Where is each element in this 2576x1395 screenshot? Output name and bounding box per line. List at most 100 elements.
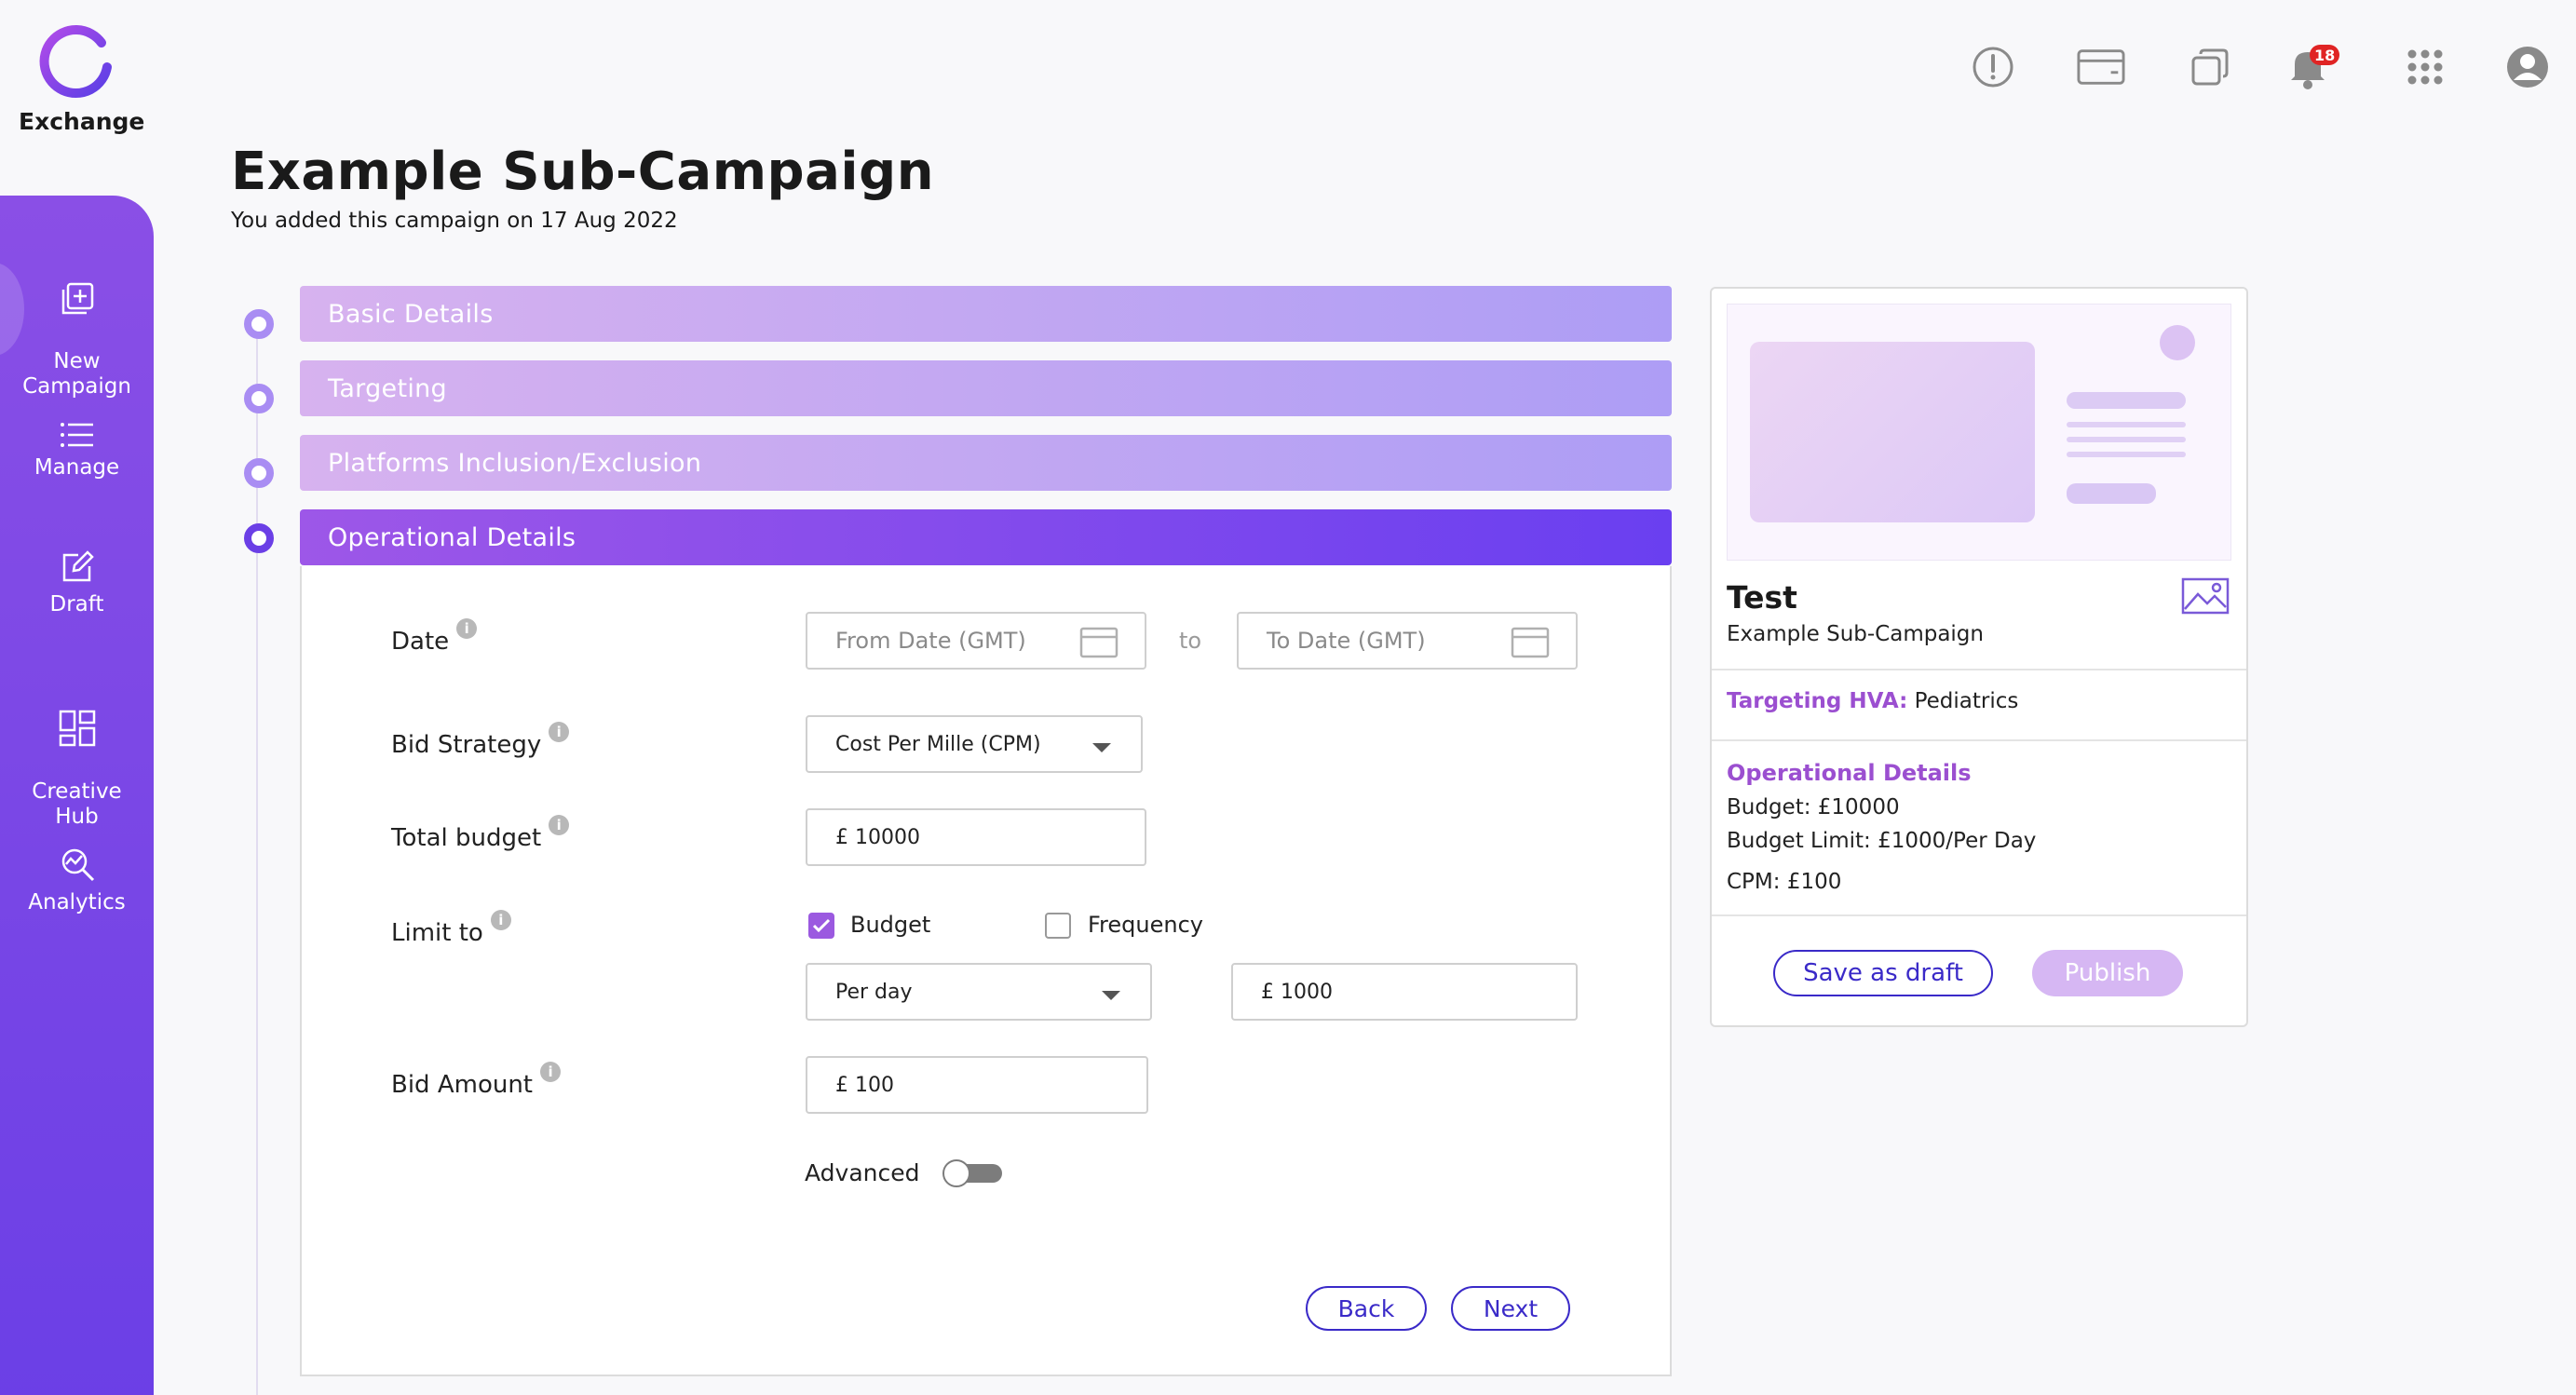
thumbnail-text-placeholder xyxy=(2067,437,2186,442)
bid-strategy-value: Cost Per Mille (CPM) xyxy=(835,732,1041,756)
card-divider xyxy=(1712,669,2246,670)
total-budget-label: Total budget i xyxy=(391,815,570,852)
date-range-separator: to xyxy=(1179,628,1202,654)
apps-icon[interactable] xyxy=(2401,43,2449,91)
save-as-draft-button[interactable]: Save as draft xyxy=(1773,950,1993,996)
list-icon xyxy=(60,423,93,447)
to-date-input[interactable]: To Date (GMT) xyxy=(1237,612,1578,670)
advanced-toggle[interactable] xyxy=(942,1159,1002,1187)
step-basic-details[interactable]: Basic Details xyxy=(300,286,1672,342)
grid-icon xyxy=(59,710,95,747)
sidebar: New Campaign Manage Draft Creative Hub A… xyxy=(0,196,154,1395)
page-subtitle: You added this campaign on 17 Aug 2022 xyxy=(231,209,678,233)
limit-amount-value: £ 1000 xyxy=(1261,980,1333,1004)
step-indicator xyxy=(244,309,274,339)
card-divider xyxy=(1712,739,2246,741)
calendar-icon[interactable] xyxy=(1079,627,1119,658)
info-icon[interactable]: i xyxy=(490,910,511,930)
checkmark-icon xyxy=(812,918,831,933)
notification-count-badge: 18 xyxy=(2310,45,2340,65)
toggle-knob xyxy=(942,1159,970,1187)
frequency-checkbox[interactable] xyxy=(1045,913,1071,939)
bid-amount-value: £ 100 xyxy=(835,1073,894,1097)
date-label-text: Date xyxy=(391,628,450,656)
user-icon[interactable] xyxy=(2503,43,2552,91)
cpm-summary: CPM: £100 xyxy=(1727,870,1842,894)
thumbnail-text-placeholder xyxy=(2067,452,2186,457)
info-icon[interactable]: i xyxy=(549,722,570,742)
logo-text: Exchange xyxy=(19,108,145,135)
step-platforms-inclusion-exclusion[interactable]: Platforms Inclusion/Exclusion xyxy=(300,435,1672,491)
operational-details-heading: Operational Details xyxy=(1727,760,1972,786)
thumbnail-text-placeholder xyxy=(2067,422,2186,427)
app-logo[interactable]: Exchange xyxy=(19,22,145,135)
publish-button[interactable]: Publish xyxy=(2032,950,2183,996)
bid-amount-label-text: Bid Amount xyxy=(391,1071,534,1099)
sidebar-item-draft[interactable]: Draft xyxy=(0,549,154,617)
back-button[interactable]: Back xyxy=(1306,1286,1427,1331)
copy-icon[interactable] xyxy=(2186,43,2234,91)
analytics-icon xyxy=(61,848,94,882)
from-date-placeholder: From Date (GMT) xyxy=(835,628,1026,654)
edit-icon xyxy=(62,550,94,582)
advanced-label: Advanced xyxy=(805,1159,920,1186)
info-icon[interactable]: i xyxy=(549,815,570,835)
budget-limit-summary: Budget Limit: £1000/Per Day xyxy=(1727,829,2037,853)
budget-summary: Budget: £10000 xyxy=(1727,795,1900,819)
targeting-key: Targeting HVA: xyxy=(1727,689,1908,713)
bid-strategy-select[interactable]: Cost Per Mille (CPM) xyxy=(806,715,1143,773)
total-budget-label-text: Total budget xyxy=(391,824,542,852)
bid-amount-input[interactable]: £ 100 xyxy=(806,1056,1148,1114)
preview-subtitle: Example Sub-Campaign xyxy=(1727,622,1984,646)
targeting-value: Pediatrics xyxy=(1914,689,2019,713)
from-date-input[interactable]: From Date (GMT) xyxy=(806,612,1146,670)
sidebar-item-label: Manage xyxy=(34,455,120,480)
frequency-checkbox-label[interactable]: Frequency xyxy=(1088,912,1203,938)
card-icon[interactable] xyxy=(2077,43,2125,91)
bid-strategy-label-text: Bid Strategy xyxy=(391,731,542,759)
budget-checkbox[interactable] xyxy=(808,913,834,939)
total-budget-input[interactable]: £ 10000 xyxy=(806,808,1146,866)
thumbnail-button-placeholder xyxy=(2067,483,2156,504)
limit-amount-input[interactable]: £ 1000 xyxy=(1231,963,1578,1021)
preview-title: Test xyxy=(1727,579,1797,616)
info-icon[interactable]: i xyxy=(540,1062,562,1082)
info-icon[interactable]: i xyxy=(456,618,478,639)
next-button[interactable]: Next xyxy=(1451,1286,1570,1331)
thumbnail-text-placeholder xyxy=(2067,392,2186,409)
calendar-icon[interactable] xyxy=(1511,627,1550,658)
sidebar-item-label: Draft xyxy=(49,592,104,616)
limit-period-value: Per day xyxy=(835,980,913,1004)
chevron-down-icon xyxy=(1092,743,1111,752)
notifications-button[interactable]: 18 xyxy=(2284,43,2340,91)
bid-amount-label: Bid Amount i xyxy=(391,1062,562,1099)
total-budget-value: £ 10000 xyxy=(835,825,920,849)
limit-period-select[interactable]: Per day xyxy=(806,963,1152,1021)
card-divider xyxy=(1712,914,2246,916)
step-indicator-active xyxy=(244,523,274,553)
step-indicator xyxy=(244,458,274,488)
sidebar-item-label: Analytics xyxy=(28,890,126,914)
creative-thumbnail xyxy=(1727,304,2231,561)
sidebar-item-new-campaign[interactable]: New Campaign xyxy=(0,256,154,400)
bid-strategy-label: Bid Strategy i xyxy=(391,722,570,759)
budget-checkbox-label[interactable]: Budget xyxy=(850,912,930,938)
step-targeting[interactable]: Targeting xyxy=(300,360,1672,416)
image-icon[interactable] xyxy=(2181,577,2230,615)
sidebar-item-analytics[interactable]: Analytics xyxy=(0,847,154,915)
limit-to-label-text: Limit to xyxy=(391,919,483,947)
date-label: Date i xyxy=(391,618,478,656)
alert-icon[interactable] xyxy=(1969,43,2017,91)
targeting-summary: Targeting HVA: Pediatrics xyxy=(1727,689,2018,713)
to-date-placeholder: To Date (GMT) xyxy=(1267,628,1426,654)
step-operational-details[interactable]: Operational Details xyxy=(300,509,1672,565)
page-title: Example Sub-Campaign xyxy=(231,142,935,202)
sidebar-item-creative-hub[interactable]: Creative Hub xyxy=(0,684,154,830)
limit-to-label: Limit to i xyxy=(391,910,511,947)
thumbnail-avatar-placeholder xyxy=(2160,325,2195,360)
sidebar-item-manage[interactable]: Manage xyxy=(0,422,154,481)
campaign-preview-card: Test Example Sub-Campaign Targeting HVA:… xyxy=(1710,287,2248,1027)
new-campaign-icon xyxy=(61,282,93,315)
exchange-logo-icon xyxy=(39,25,112,99)
sidebar-item-label: Creative Hub xyxy=(32,779,122,829)
